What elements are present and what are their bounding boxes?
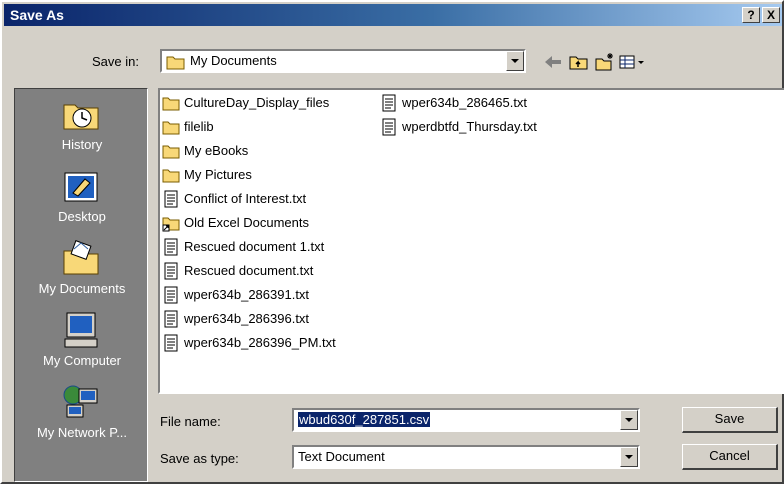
- close-button[interactable]: X: [762, 7, 780, 23]
- chevron-down-icon[interactable]: [506, 51, 524, 71]
- up-one-level-icon[interactable]: [568, 52, 590, 72]
- help-icon: ?: [747, 8, 755, 22]
- places-bar: History Desktop My Documents My Computer…: [14, 88, 148, 482]
- place-my-computer[interactable]: My Computer: [15, 309, 149, 381]
- place-my-documents[interactable]: My Documents: [15, 237, 149, 309]
- folder-shortcut-icon: [162, 217, 180, 232]
- file-name-text: My eBooks: [184, 143, 249, 158]
- text-file-icon: [164, 190, 178, 208]
- folder-icon: [162, 121, 180, 135]
- folder-icon: [162, 97, 180, 111]
- text-file-icon: [164, 334, 178, 352]
- my-network-places-icon: [63, 385, 98, 418]
- save-as-type-dropdown[interactable]: Text Document: [292, 445, 640, 469]
- help-button[interactable]: ?: [742, 7, 760, 23]
- file-name-value: wbud630f_287851.csv: [298, 412, 431, 427]
- back-arrow-icon[interactable]: [542, 52, 564, 72]
- text-file-icon: [164, 262, 178, 280]
- save-button[interactable]: Save: [682, 407, 778, 433]
- place-label: My Computer: [42, 353, 122, 368]
- title-bar[interactable]: Save As ? X: [4, 4, 782, 26]
- chevron-down-icon[interactable]: [620, 410, 638, 430]
- file-name-input[interactable]: wbud630f_287851.csv: [292, 408, 640, 432]
- folder-icon: [162, 145, 180, 159]
- file-name-text: wper634b_286396.txt: [184, 311, 310, 326]
- place-my-network-places[interactable]: My Network P...: [15, 381, 149, 453]
- file-name-text: wper634b_286391.txt: [184, 287, 310, 302]
- place-label: History: [61, 137, 103, 152]
- chevron-down-icon[interactable]: [620, 447, 638, 467]
- file-name-text: wperdbtfd_Thursday.txt: [402, 119, 537, 134]
- place-history[interactable]: History: [15, 93, 149, 165]
- dialog-title: Save As: [10, 7, 64, 23]
- file-list[interactable]: CultureDay_Display_filesfilelib My eBooks…: [158, 88, 784, 394]
- folder-icon: [162, 169, 180, 183]
- file-name-text: Old Excel Documents: [184, 215, 309, 230]
- file-name-text: wper634b_286396_PM.txt: [184, 335, 336, 350]
- text-file-icon: [164, 238, 178, 256]
- new-folder-icon[interactable]: [594, 52, 616, 72]
- file-name-text: My Pictures: [184, 167, 252, 182]
- file-name-text: wper634b_286465.txt: [402, 95, 528, 110]
- text-file-icon: [164, 310, 178, 328]
- save-in-value: My Documents: [190, 53, 277, 68]
- save-in-dropdown[interactable]: My Documents: [160, 49, 526, 73]
- text-file-icon: [382, 94, 396, 112]
- text-file-icon: [164, 286, 178, 304]
- history-icon: [63, 104, 99, 130]
- save-in-label: Save in:: [92, 54, 139, 69]
- place-label: My Documents: [38, 281, 126, 296]
- place-label: Desktop: [58, 209, 106, 224]
- file-name-text: CultureDay_Display_files: [184, 95, 330, 110]
- file-name-label: File name:: [160, 414, 221, 429]
- file-name-text: Conflict of Interest.txt: [184, 191, 307, 206]
- folder-icon: [166, 56, 185, 70]
- file-name-text: Rescued document 1.txt: [184, 239, 325, 254]
- save-as-dialog: Save As ? X Save in: My Documents Histor…: [0, 0, 784, 484]
- save-as-type-value: Text Document: [298, 449, 385, 464]
- text-file-icon: [382, 118, 396, 136]
- my-documents-icon: [63, 240, 99, 275]
- cancel-button[interactable]: Cancel: [682, 444, 778, 470]
- desktop-icon: [64, 172, 98, 202]
- save-as-type-label: Save as type:: [160, 451, 239, 466]
- file-name-text: Rescued document.txt: [184, 263, 314, 278]
- my-computer-icon: [64, 312, 98, 348]
- views-menu-icon[interactable]: [618, 52, 648, 72]
- file-name-text: filelib: [184, 119, 214, 134]
- place-desktop[interactable]: Desktop: [15, 165, 149, 237]
- place-label: My Network P...: [36, 425, 128, 440]
- close-icon: X: [766, 8, 775, 22]
